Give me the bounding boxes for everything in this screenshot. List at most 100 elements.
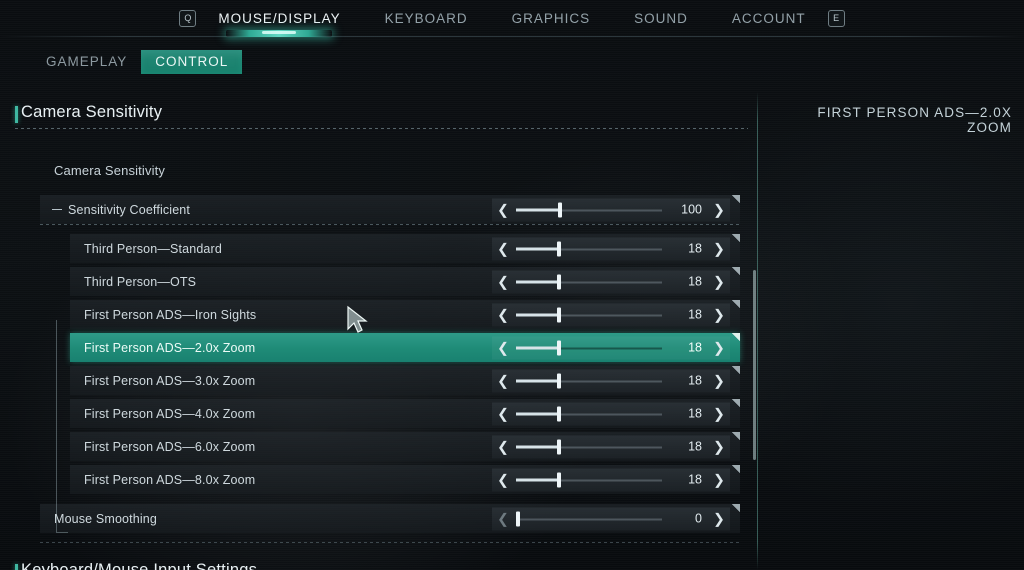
key-badge-e[interactable]: E [827,9,845,27]
group-row-camera-sensitivity: Camera Sensitivity [40,156,740,185]
sensitivity-slider-rows: Third Person—Standard ❮ 18 ❯ Third Person—OT… [0,234,752,494]
slider-increase-arrow-icon[interactable]: ❯ [708,275,730,289]
slider-control[interactable]: ❮ 18 ❯ [492,237,730,260]
slider-increase-arrow-icon[interactable]: ❯ [708,242,730,256]
slider-track[interactable] [516,507,666,530]
slider-track[interactable] [516,198,666,221]
slider-control[interactable]: ❮ 18 ❯ [492,402,730,425]
row-label: Third Person—OTS [84,274,197,289]
slider-track[interactable] [516,468,666,491]
slider-increase-arrow-icon[interactable]: ❯ [708,308,730,322]
row-sensitivity-slider[interactable]: First Person ADS—4.0x Zoom ❮ 18 ❯ [70,399,740,428]
sub-tab-gameplay[interactable]: GAMEPLAY [32,50,141,74]
slider-control[interactable]: ❮ 18 ❯ [492,468,730,491]
slider-fill [516,247,557,250]
row-label: First Person ADS—6.0x Zoom [84,439,256,454]
slider-decrease-arrow-icon[interactable]: ❮ [492,203,514,217]
nav-tab-keyboard[interactable]: KEYBOARD [363,11,490,26]
slider-fill [516,412,557,415]
slider-control[interactable]: ❮ 18 ❯ [492,270,730,293]
row-label: First Person ADS—2.0x Zoom [84,340,256,355]
slider-track[interactable] [516,237,666,260]
slider-control[interactable]: ❮ 18 ❯ [492,369,730,392]
nav-tab-mouse-display[interactable]: MOUSE/DISPLAY [196,11,362,37]
group-label: Camera Sensitivity [54,163,166,178]
nav-divider [0,36,1024,37]
slider-control[interactable]: ❮ 18 ❯ [492,435,730,458]
slider-knob[interactable] [556,406,561,421]
slider-track[interactable] [516,435,666,458]
row-mouse-smoothing[interactable]: Mouse Smoothing ❮ 0 ❯ [40,504,740,533]
slider-knob[interactable] [556,340,561,355]
slider-decrease-arrow-icon[interactable]: ❮ [492,512,514,526]
slider-control[interactable]: ❮ 18 ❯ [492,303,730,326]
row-corner-marker [732,399,740,407]
slider-track[interactable] [516,402,666,425]
slider-control[interactable]: ❮ 100 ❯ [492,198,730,221]
settings-screen: Q MOUSE/DISPLAY KEYBOARD GRAPHICS SOUND … [0,0,1024,570]
row-sensitivity-slider[interactable]: First Person ADS—2.0x Zoom ❮ 18 ❯ [70,333,740,362]
slider-knob[interactable] [556,373,561,388]
slider-knob[interactable] [556,472,561,487]
group-divider [40,224,740,226]
section-accent-bar [15,564,18,570]
slider-increase-arrow-icon[interactable]: ❯ [708,407,730,421]
slider-decrease-arrow-icon[interactable]: ❮ [492,308,514,322]
slider-decrease-arrow-icon[interactable]: ❮ [492,473,514,487]
slider-knob[interactable] [556,274,561,289]
slider-increase-arrow-icon[interactable]: ❯ [708,440,730,454]
row-corner-marker [732,432,740,440]
slider-line [516,518,662,520]
slider-increase-arrow-icon[interactable]: ❯ [708,341,730,355]
slider-increase-arrow-icon[interactable]: ❯ [708,203,730,217]
row-sensitivity-slider[interactable]: Third Person—Standard ❮ 18 ❯ [70,234,740,263]
slider-fill [516,478,557,481]
slider-fill [516,208,558,211]
row-sensitivity-slider[interactable]: First Person ADS—3.0x Zoom ❮ 18 ❯ [70,366,740,395]
slider-increase-arrow-icon[interactable]: ❯ [708,512,730,526]
mouse-cursor-icon [347,305,368,333]
slider-increase-arrow-icon[interactable]: ❯ [708,473,730,487]
scrollbar-thumb[interactable] [753,270,756,460]
row-sensitivity-coefficient[interactable]: Sensitivity Coefficient ❮ 100 ❯ [40,195,740,224]
nav-tab-sound[interactable]: SOUND [612,11,710,26]
slider-knob[interactable] [556,241,561,256]
slider-decrease-arrow-icon[interactable]: ❮ [492,374,514,388]
settings-list: Camera Sensitivity Camera Sensitivity Se… [0,95,752,570]
tree-vertical-line [56,320,57,532]
slider-knob[interactable] [556,307,561,322]
slider-decrease-arrow-icon[interactable]: ❮ [492,275,514,289]
key-badge-q[interactable]: Q [179,9,197,27]
row-corner-marker [732,234,740,242]
slider-knob[interactable] [516,511,520,526]
section-separator [40,542,740,543]
row-sensitivity-slider[interactable]: Third Person—OTS ❮ 18 ❯ [70,267,740,296]
sub-tab-control[interactable]: CONTROL [141,50,243,74]
row-sensitivity-slider[interactable]: First Person ADS—Iron Sights ❮ 18 ❯ [70,300,740,329]
slider-track[interactable] [516,303,666,326]
row-sensitivity-slider[interactable]: First Person ADS—6.0x Zoom ❮ 18 ❯ [70,432,740,461]
slider-knob[interactable] [556,439,561,454]
slider-knob[interactable] [558,202,562,217]
slider-value: 0 [695,511,702,526]
slider-track[interactable] [516,369,666,392]
slider-control[interactable]: ❮ 18 ❯ [492,336,730,359]
slider-decrease-arrow-icon[interactable]: ❮ [492,407,514,421]
nav-tab-account[interactable]: ACCOUNT [710,11,828,26]
slider-fill [516,313,557,316]
row-corner-marker [732,504,740,512]
slider-increase-arrow-icon[interactable]: ❯ [708,374,730,388]
tree-branch-line [56,532,68,533]
slider-decrease-arrow-icon[interactable]: ❮ [492,440,514,454]
nav-tab-graphics[interactable]: GRAPHICS [490,11,613,26]
row-sensitivity-slider[interactable]: First Person ADS—8.0x Zoom ❮ 18 ❯ [70,465,740,494]
slider-control[interactable]: ❮ 0 ❯ [492,507,730,530]
slider-value: 18 [688,373,702,388]
slider-decrease-arrow-icon[interactable]: ❮ [492,341,514,355]
slider-track[interactable] [516,336,666,359]
slider-decrease-arrow-icon[interactable]: ❮ [492,242,514,256]
row-label: Mouse Smoothing [54,511,158,526]
slider-track[interactable] [516,270,666,293]
row-label: First Person ADS—3.0x Zoom [84,373,256,388]
collapse-toggle-icon[interactable] [52,205,62,215]
